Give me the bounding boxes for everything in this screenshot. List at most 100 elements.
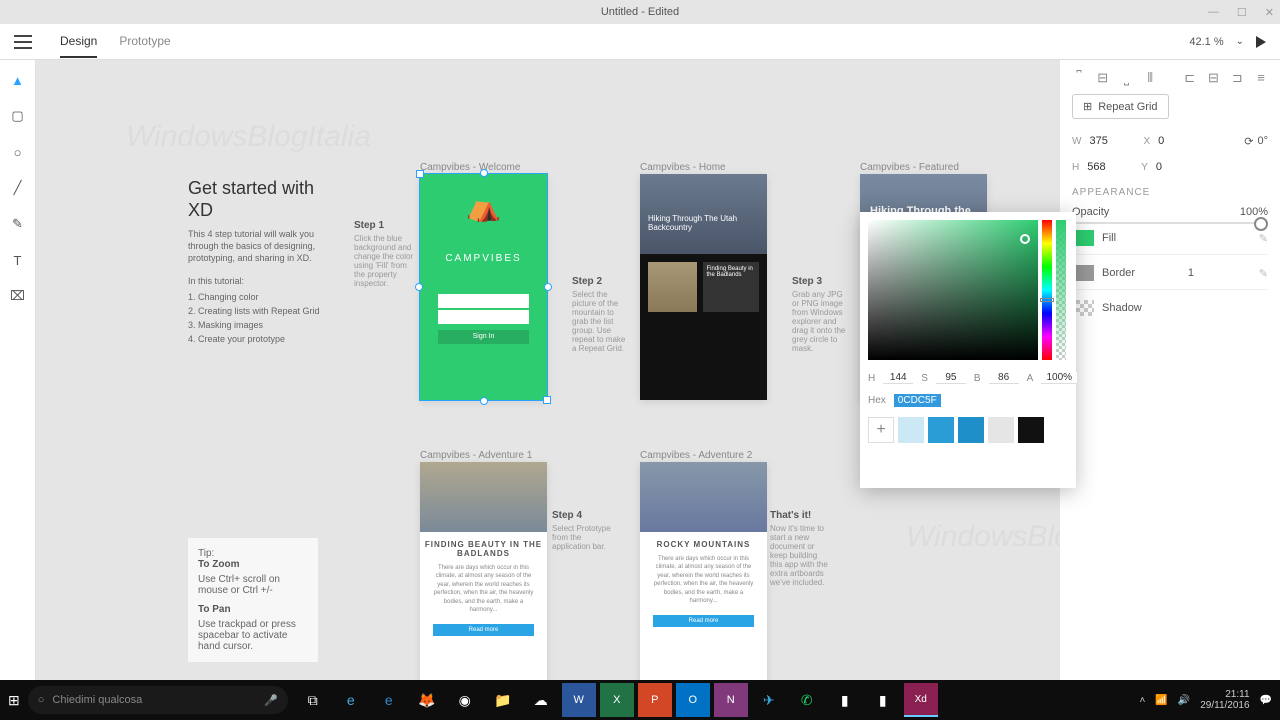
tutorial-desc: This 4 step tutorial will walk you throu…	[188, 229, 326, 264]
distribute-h-icon[interactable]: ≡	[1254, 70, 1268, 84]
color-swatch[interactable]	[898, 417, 924, 443]
ie-icon[interactable]: e	[334, 683, 368, 717]
align-top-icon[interactable]: ⎴	[1072, 70, 1086, 84]
distribute-v-icon[interactable]: ⫴	[1143, 70, 1157, 84]
start-icon[interactable]: ⊞	[8, 692, 20, 709]
hue-input[interactable]	[883, 372, 913, 384]
welcome-logo: CAMPVIBES	[445, 253, 521, 264]
alpha-slider[interactable]	[1056, 220, 1066, 360]
artboard-label[interactable]: Campvibes - Welcome	[420, 162, 520, 173]
border-width[interactable]: 1	[1188, 267, 1194, 279]
app-icon[interactable]: ▮	[828, 683, 862, 717]
artboard-tool-icon[interactable]: ⌧	[10, 288, 26, 304]
outlook-icon[interactable]: O	[676, 683, 710, 717]
chrome-icon[interactable]: ◉	[448, 683, 482, 717]
onedrive-icon[interactable]: ☁	[524, 683, 558, 717]
volume-icon[interactable]: 🔊	[1178, 695, 1190, 706]
color-swatch[interactable]	[1018, 417, 1044, 443]
onenote-icon[interactable]: N	[714, 683, 748, 717]
artboard-label[interactable]: Campvibes - Adventure 1	[420, 450, 532, 461]
notification-icon[interactable]: 💬	[1260, 695, 1272, 706]
artboard-label[interactable]: Campvibes - Home	[640, 162, 726, 173]
artboard-label[interactable]: Campvibes - Featured	[860, 162, 959, 173]
cortana-search[interactable]: ○ Chiedimi qualcosa 🎤	[28, 686, 288, 714]
color-swatch[interactable]	[958, 417, 984, 443]
whatsapp-icon[interactable]: ✆	[790, 683, 824, 717]
appearance-section: APPEARANCE	[1072, 187, 1268, 198]
width-input[interactable]	[1087, 133, 1137, 149]
align-bottom-icon[interactable]: ⎵	[1120, 70, 1134, 84]
hue-slider[interactable]	[1042, 220, 1052, 360]
rectangle-tool-icon[interactable]: ▢	[10, 108, 26, 124]
align-right-icon[interactable]: ⊐	[1230, 70, 1244, 84]
maximize-icon[interactable]: ☐	[1237, 6, 1247, 19]
telegram-icon[interactable]: ✈	[752, 683, 786, 717]
x-input[interactable]	[1156, 133, 1206, 149]
align-center-icon[interactable]: ⊟	[1207, 70, 1221, 84]
username-input	[438, 294, 529, 308]
select-tool-icon[interactable]: ▲	[10, 72, 26, 88]
app-icon[interactable]: ▮	[866, 683, 900, 717]
step-done: That's it!Now it's time to start a new d…	[770, 510, 830, 587]
clock[interactable]: 21:11 29/11/2016	[1200, 689, 1249, 711]
artboard-adventure2[interactable]: ROCKY MOUNTAINS There are days which occ…	[640, 462, 767, 680]
color-gradient[interactable]	[868, 220, 1038, 360]
artboard-home[interactable]: Hiking Through The Utah Backcountry Find…	[640, 174, 767, 400]
list-item: 2. Creating lists with Repeat Grid	[188, 306, 326, 316]
align-middle-icon[interactable]: ⊟	[1096, 70, 1110, 84]
rotate-icon[interactable]: ⟳	[1244, 135, 1253, 148]
tray-up-icon[interactable]: ˄	[1139, 695, 1145, 706]
color-swatch[interactable]	[988, 417, 1014, 443]
mic-icon[interactable]: 🎤	[264, 694, 278, 707]
close-icon[interactable]: ✕	[1265, 6, 1274, 19]
artboard-adventure1[interactable]: FINDING BEAUTY IN THE BADLANDS There are…	[420, 462, 547, 680]
pencil-icon[interactable]: ✎	[1259, 267, 1268, 280]
pencil-icon[interactable]: ✎	[1259, 232, 1268, 245]
step-2: Step 2Select the picture of the mountain…	[572, 276, 632, 353]
text-tool-icon[interactable]: T	[10, 252, 26, 268]
play-icon[interactable]	[1256, 36, 1266, 48]
wifi-icon[interactable]: 📶	[1155, 695, 1167, 706]
word-icon[interactable]: W	[562, 683, 596, 717]
height-input[interactable]	[1085, 159, 1135, 175]
menu-icon[interactable]	[14, 35, 32, 49]
opacity-slider[interactable]	[1072, 222, 1268, 224]
sat-input[interactable]	[936, 372, 966, 384]
tab-prototype[interactable]: Prototype	[119, 34, 170, 50]
y-input[interactable]	[1154, 159, 1204, 175]
tutorial-panel: Get started with XD This 4 step tutorial…	[188, 178, 326, 348]
artboard-welcome[interactable]: ⛺ CAMPVIBES Sign In	[420, 174, 547, 400]
color-swatch[interactable]	[928, 417, 954, 443]
step-4: Step 4Select Prototype from the applicat…	[552, 510, 612, 551]
tent-icon: ⛺	[466, 190, 501, 223]
explorer-icon[interactable]: 📁	[486, 683, 520, 717]
repeat-grid-button[interactable]: ⊞ Repeat Grid	[1072, 94, 1169, 119]
zoom-level[interactable]: 42.1 %	[1189, 36, 1223, 48]
add-swatch-button[interactable]: +	[868, 417, 894, 443]
firefox-icon[interactable]: 🦊	[410, 683, 444, 717]
bright-input[interactable]	[989, 372, 1019, 384]
color-picker[interactable]: H S B A Hex 0CDC5F +	[860, 212, 1076, 488]
xd-icon[interactable]: Xd	[904, 683, 938, 717]
edge-icon[interactable]: e	[372, 683, 406, 717]
list-item: 3. Masking images	[188, 320, 326, 330]
chevron-down-icon[interactable]: ⌄	[1236, 36, 1244, 47]
pen-tool-icon[interactable]: ✎	[10, 216, 26, 232]
taskview-icon[interactable]: ⧉	[296, 683, 330, 717]
readmore-button: Read more	[433, 624, 535, 636]
tutorial-intro: In this tutorial:	[188, 276, 326, 286]
tab-design[interactable]: Design	[60, 34, 97, 58]
taskbar[interactable]: ⊞ ○ Chiedimi qualcosa 🎤 ⧉ e e 🦊 ◉ 📁 ☁ W …	[0, 680, 1280, 720]
minimize-icon[interactable]: —	[1208, 6, 1219, 19]
watermark: WindowsBlogItalia	[906, 520, 1060, 554]
hex-value[interactable]: 0CDC5F	[894, 394, 941, 407]
align-left-icon[interactable]: ⊏	[1183, 70, 1197, 84]
artboard-label[interactable]: Campvibes - Adventure 2	[640, 450, 752, 461]
signin-button: Sign In	[438, 330, 529, 344]
list-item: 1. Changing color	[188, 292, 326, 302]
line-tool-icon[interactable]: ╱	[10, 180, 26, 196]
ellipse-tool-icon[interactable]: ○	[10, 144, 26, 160]
excel-icon[interactable]: X	[600, 683, 634, 717]
alpha-input[interactable]	[1041, 372, 1077, 384]
powerpoint-icon[interactable]: P	[638, 683, 672, 717]
